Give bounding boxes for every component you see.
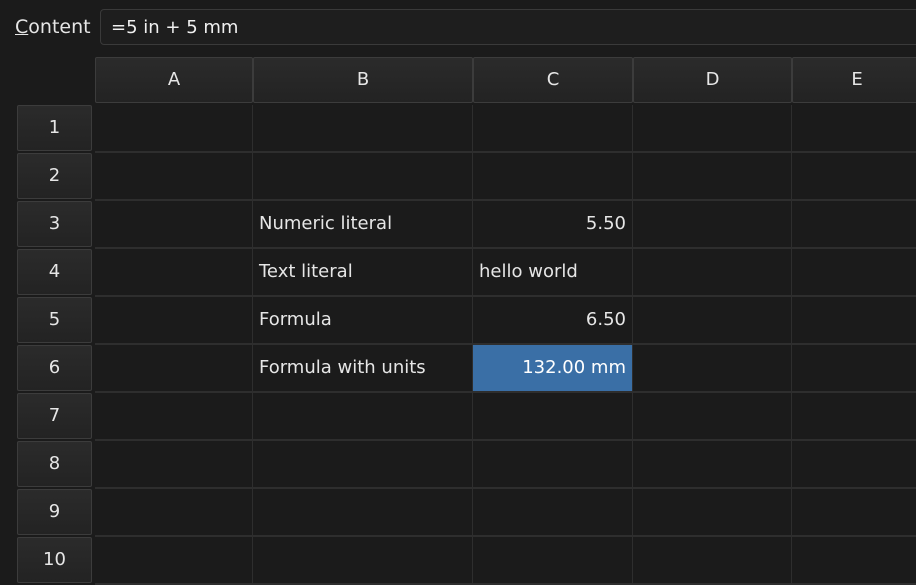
cell-a6[interactable] [95,345,253,393]
column-header-e[interactable]: E [792,57,916,103]
cell-c3[interactable]: 5.50 [473,201,633,249]
cell-a9[interactable] [95,489,253,537]
cell-e6[interactable] [792,345,916,393]
column-header-c[interactable]: C [473,57,633,103]
cell-c10[interactable] [473,537,633,585]
content-label: Content [15,16,91,38]
cell-a5[interactable] [95,297,253,345]
cell-b5[interactable]: Formula [253,297,473,345]
cell-d3[interactable] [633,201,792,249]
cell-c6[interactable]: 132.00 mm [473,345,633,393]
cell-b2[interactable] [253,153,473,201]
cell-e9[interactable] [792,489,916,537]
column-header-b[interactable]: B [253,57,473,103]
cell-b1[interactable] [253,105,473,153]
row-header-9[interactable]: 9 [17,489,92,535]
cell-a8[interactable] [95,441,253,489]
cell-b4[interactable]: Text literal [253,249,473,297]
cell-d9[interactable] [633,489,792,537]
cell-a3[interactable] [95,201,253,249]
row-header-8[interactable]: 8 [17,441,92,487]
cell-c7[interactable] [473,393,633,441]
cell-c2[interactable] [473,153,633,201]
cell-e2[interactable] [792,153,916,201]
cell-e7[interactable] [792,393,916,441]
content-label-text: ontent [28,16,91,38]
cell-b3[interactable]: Numeric literal [253,201,473,249]
row-header-5[interactable]: 5 [17,297,92,343]
cell-d5[interactable] [633,297,792,345]
cell-c9[interactable] [473,489,633,537]
cell-d4[interactable] [633,249,792,297]
cell-d6[interactable] [633,345,792,393]
column-header-d[interactable]: D [633,57,792,103]
cell-d8[interactable] [633,441,792,489]
cell-e10[interactable] [792,537,916,585]
row-header-7[interactable]: 7 [17,393,92,439]
cell-a2[interactable] [95,153,253,201]
cell-d10[interactable] [633,537,792,585]
row-header-2[interactable]: 2 [17,153,92,199]
cell-b7[interactable] [253,393,473,441]
row-header-10[interactable]: 10 [17,537,92,583]
cell-a7[interactable] [95,393,253,441]
cell-c1[interactable] [473,105,633,153]
cell-e5[interactable] [792,297,916,345]
row-header-1[interactable]: 1 [17,105,92,151]
content-bar: Content [0,0,916,56]
cell-b6[interactable]: Formula with units [253,345,473,393]
column-header-a[interactable]: A [95,57,253,103]
cell-b8[interactable] [253,441,473,489]
cell-a4[interactable] [95,249,253,297]
row-header-4[interactable]: 4 [17,249,92,295]
cell-b9[interactable] [253,489,473,537]
cell-b10[interactable] [253,537,473,585]
cell-d1[interactable] [633,105,792,153]
cell-c8[interactable] [473,441,633,489]
cell-d7[interactable] [633,393,792,441]
cell-a10[interactable] [95,537,253,585]
content-label-mnemonic: C [15,16,29,38]
cell-e3[interactable] [792,201,916,249]
cell-c5[interactable]: 6.50 [473,297,633,345]
row-header-3[interactable]: 3 [17,201,92,247]
cell-e1[interactable] [792,105,916,153]
content-input[interactable] [100,9,916,45]
cell-d2[interactable] [633,153,792,201]
cell-e4[interactable] [792,249,916,297]
cell-c4[interactable]: hello world [473,249,633,297]
cell-e8[interactable] [792,441,916,489]
cell-a1[interactable] [95,105,253,153]
row-header-6[interactable]: 6 [17,345,92,391]
